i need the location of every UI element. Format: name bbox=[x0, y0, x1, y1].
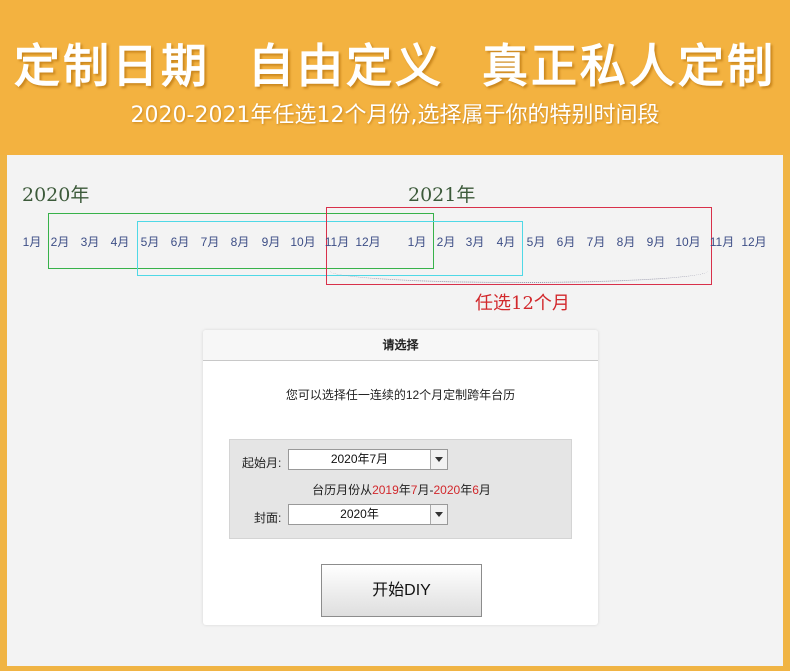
month-label: 12月 bbox=[355, 235, 381, 249]
form-box: 起始月: 2020年7月 台历月份从2019年7月-2020年6月 封面: 20… bbox=[229, 439, 572, 539]
chevron-down-icon[interactable] bbox=[430, 505, 447, 524]
start-diy-button[interactable]: 开始DIY bbox=[321, 564, 482, 617]
range-year-char-2: 年 bbox=[460, 483, 473, 497]
month-label: 1月 bbox=[407, 235, 427, 249]
start-month-select[interactable]: 2020年7月 bbox=[288, 449, 448, 470]
month-label: 6月 bbox=[556, 235, 576, 249]
year-2021-label: 2021年 bbox=[408, 184, 476, 206]
range-note: 任选12个月 bbox=[475, 293, 570, 314]
cover-label: 封面: bbox=[254, 511, 282, 525]
month-label: 2月 bbox=[50, 235, 70, 249]
month-label: 8月 bbox=[616, 235, 636, 249]
month-label: 2月 bbox=[436, 235, 456, 249]
month-label: 1月 bbox=[22, 235, 42, 249]
month-label: 3月 bbox=[465, 235, 485, 249]
month-label: 5月 bbox=[526, 235, 546, 249]
chevron-down-icon[interactable] bbox=[430, 450, 447, 469]
month-label: 6月 bbox=[170, 235, 190, 249]
month-label: 5月 bbox=[140, 235, 160, 249]
range-prefix: 台历月份从 bbox=[312, 483, 373, 497]
banner-subtitle: 2020-2021年任选12个月份,选择属于你的特别时间段 bbox=[130, 103, 660, 128]
range-month-char: 月 bbox=[417, 483, 430, 497]
banner-title: 定制日期 自由定义 真正私人定制 bbox=[13, 39, 777, 93]
start-month-label: 起始月: bbox=[242, 456, 282, 470]
year-2020-label: 2020年 bbox=[22, 184, 90, 206]
month-label: 12月 bbox=[741, 235, 767, 249]
cover-value: 2020年 bbox=[340, 507, 379, 521]
month-label: 10月 bbox=[290, 235, 316, 249]
range-to-month: 6 bbox=[472, 483, 479, 497]
month-label: 11月 bbox=[324, 235, 350, 249]
dialog-title: 请选择 bbox=[203, 330, 598, 361]
month-label: 3月 bbox=[80, 235, 100, 249]
range-month-char-2: 月 bbox=[478, 483, 491, 497]
header-banner: 定制日期 自由定义 真正私人定制 2020-2021年任选12个月份,选择属于你… bbox=[0, 0, 790, 155]
select-dialog: 请选择 您可以选择任一连续的12个月定制跨年台历 起始月: 2020年7月 台历… bbox=[203, 330, 598, 625]
range-from-year: 2019 bbox=[372, 483, 399, 497]
start-month-value: 2020年7月 bbox=[330, 452, 389, 466]
calendar-range-text: 台历月份从2019年7月-2020年6月 bbox=[230, 481, 573, 498]
month-label: 8月 bbox=[230, 235, 250, 249]
month-label: 7月 bbox=[200, 235, 220, 249]
range-year-char: 年 bbox=[398, 483, 411, 497]
month-label: 11月 bbox=[709, 235, 735, 249]
month-label: 9月 bbox=[261, 235, 281, 249]
cover-select[interactable]: 2020年 bbox=[288, 504, 448, 525]
month-label: 10月 bbox=[675, 235, 701, 249]
month-label: 9月 bbox=[646, 235, 666, 249]
month-label: 4月 bbox=[496, 235, 516, 249]
range-to-year: 2020 bbox=[433, 483, 461, 497]
month-label: 7月 bbox=[586, 235, 606, 249]
dialog-description: 您可以选择任一连续的12个月定制跨年台历 bbox=[285, 388, 516, 402]
month-label: 4月 bbox=[110, 235, 130, 249]
